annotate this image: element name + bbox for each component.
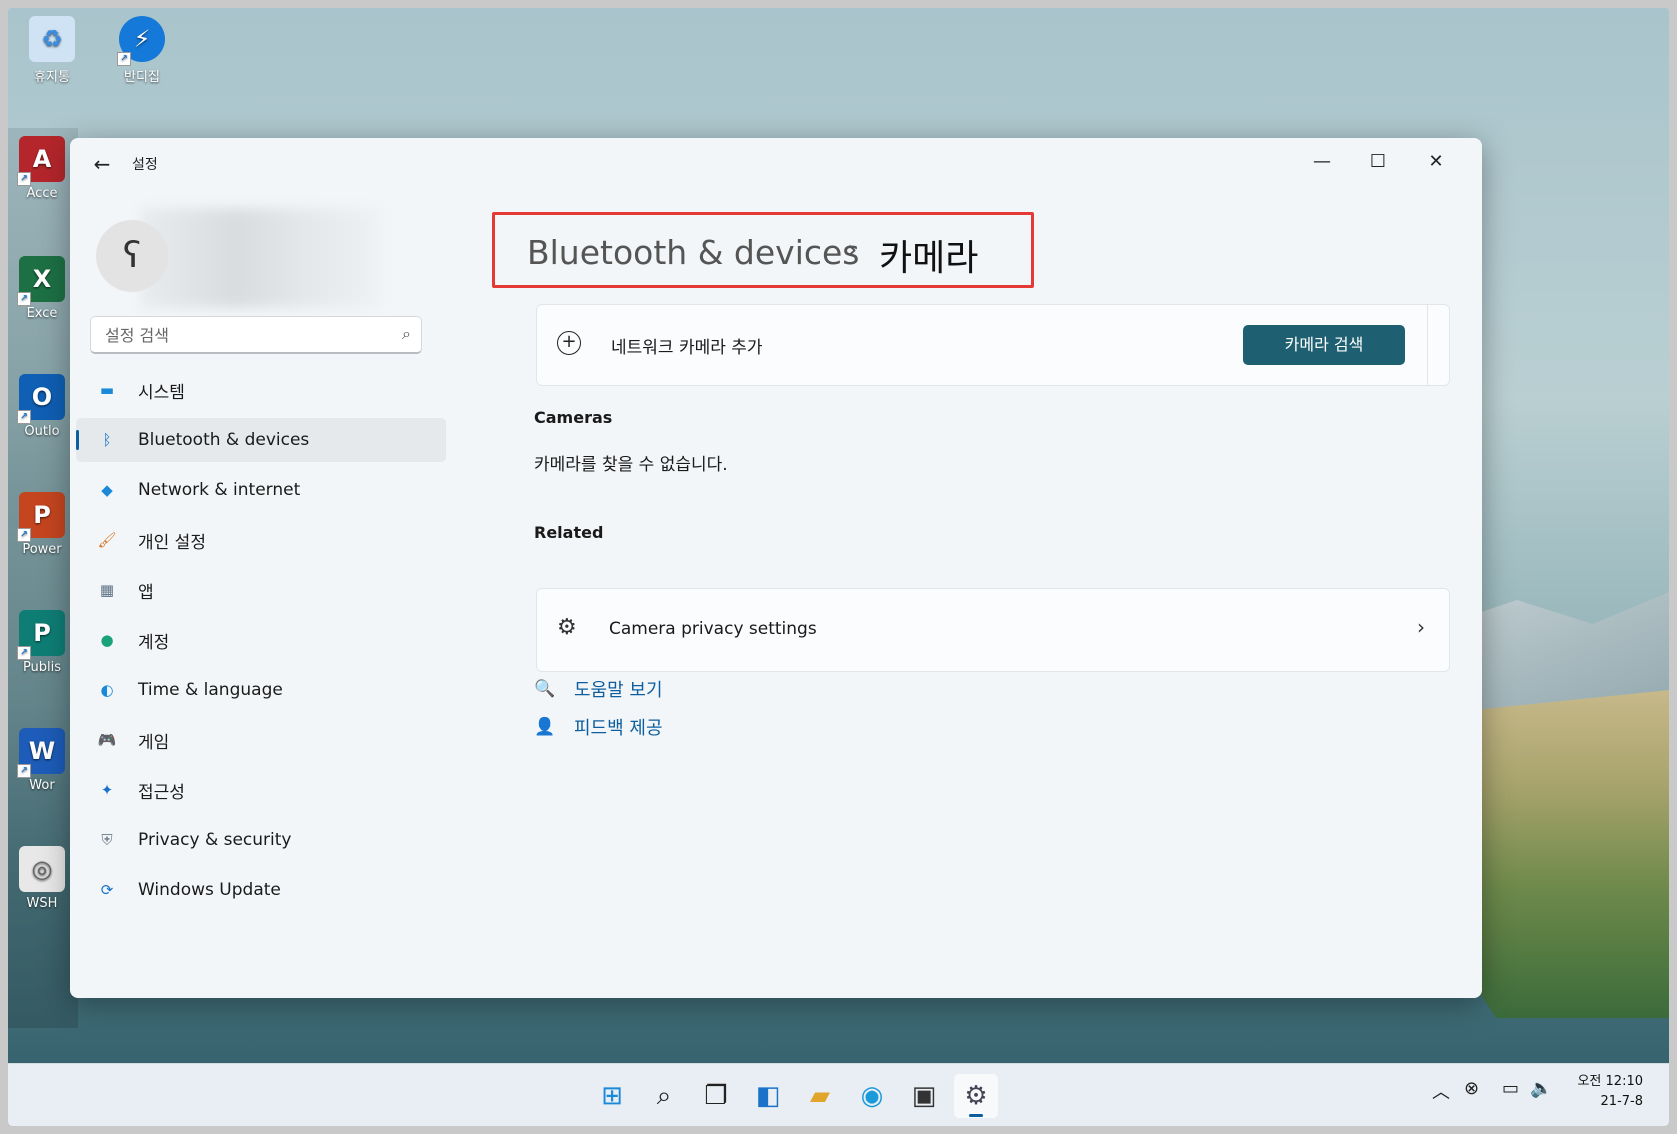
close-button[interactable]: ✕ (1408, 144, 1464, 180)
plus-circle-icon: + (557, 331, 581, 355)
network-icon[interactable]: ▭ (1502, 1078, 1519, 1099)
globe-icon: ◐ (100, 681, 114, 699)
breadcrumb-separator: › (847, 235, 858, 265)
feedback-link-label[interactable]: 피드백 제공 (574, 714, 663, 740)
settings-window: ← 설정 — ☐ ✕ ʕ ⌕ ▬ 시스템 ᛒ Bluetooth & devices ◆… (70, 138, 1482, 998)
title-bar[interactable]: ← 설정 — ☐ ✕ (70, 138, 1482, 190)
gear-icon: ⚙ (557, 615, 577, 640)
desktop-icon-label: 반디집 (124, 70, 160, 85)
bluetooth-icon: ᛒ (102, 431, 112, 449)
breadcrumb: Bluetooth & devices › 카메라 (492, 212, 1034, 288)
cameras-heading: Cameras (534, 408, 613, 427)
wifi-icon: ◆ (101, 481, 113, 499)
outlook-icon: O ↗ (17, 374, 65, 424)
system-clock[interactable]: 오전 12:10 21-7-8 (1577, 1072, 1643, 1112)
sidebar-item-label: Time & language (138, 680, 283, 700)
sidebar-item-windows-update[interactable]: ⟳ Windows Update (76, 868, 446, 912)
sidebar-item-label: 시스템 (138, 382, 185, 403)
profile-name-blurred (140, 208, 380, 308)
sidebar-item-time-language[interactable]: ◐ Time & language (76, 668, 446, 712)
maximize-button[interactable]: ☐ (1350, 144, 1406, 180)
shield-icon: ⛨ (101, 831, 113, 849)
sidebar-item-label: 개인 설정 (138, 532, 206, 553)
search-icon[interactable]: ⌕ (642, 1074, 686, 1118)
back-arrow-icon[interactable]: ← (88, 150, 116, 178)
sidebar-item-계정[interactable]: ● 계정 (76, 618, 446, 662)
account-icon: ● (100, 631, 114, 649)
update-icon: ⟳ (100, 881, 114, 899)
bandizip-icon: ⚡ ↗ (117, 16, 165, 66)
desktop: ♻ 휴지통 ⚡ ↗ 반디집 A ↗ Acce X ↗ Exce O ↗ Outlo P ↗… (8, 8, 1669, 1126)
sidebar-item-bluetooth-devices[interactable]: ᛒ Bluetooth & devices (76, 418, 446, 462)
sidebar-item-privacy-security[interactable]: ⛨ Privacy & security (76, 818, 446, 862)
desktop-icon-bandizip[interactable]: ⚡ ↗ 반디집 (102, 16, 182, 85)
file-explorer-icon[interactable]: ▰ (798, 1074, 842, 1118)
sidebar-item-label: 앱 (138, 582, 154, 603)
wsh-icon: ◎ (19, 846, 65, 892)
store-icon[interactable]: ▣ (902, 1074, 946, 1118)
widgets-icon[interactable]: ◧ (746, 1074, 790, 1118)
clock-date: 21-7-8 (1600, 1094, 1643, 1109)
gamepad-icon: 🎮 (97, 731, 117, 749)
sidebar-item-label: Network & internet (138, 480, 301, 500)
sidebar-item-label: 게임 (138, 732, 170, 753)
task-view-icon[interactable]: ❐ (694, 1074, 738, 1118)
taskbar: ⊞ ⌕ ❐ ◧ ▰ ◉ ▣ ⚙ ︿ ⊗ ▭ 🔈 오전 12:10 21-7-8 (8, 1063, 1669, 1126)
window-title: 설정 (132, 157, 158, 173)
sidebar-item-게임[interactable]: 🎮 게임 (76, 718, 446, 762)
sidebar-item-network-internet[interactable]: ◆ Network & internet (76, 468, 446, 512)
settings-search[interactable]: ⌕ (90, 316, 422, 354)
user-profile[interactable]: ʕ (96, 208, 386, 328)
volume-icon[interactable]: 🔈 (1530, 1078, 1552, 1099)
add-network-camera-card: + 네트워크 카메라 추가 카메라 검색 (536, 304, 1450, 386)
page-title: 카메라 (879, 238, 979, 279)
sidebar-nav: ▬ 시스템 ᛒ Bluetooth & devices ◆ Network & inter… (76, 368, 446, 918)
desktop-icon-label: 휴지통 (34, 70, 70, 85)
powerpoint-icon: P ↗ (17, 492, 65, 542)
feedback-icon: 👤 (534, 717, 556, 737)
minimize-button[interactable]: — (1294, 144, 1350, 180)
cameras-empty-text: 카메라를 찾을 수 없습니다. (534, 455, 728, 475)
system-icon: ▬ (99, 381, 115, 399)
help-icon: 🔍 (534, 679, 556, 699)
desktop-icon-recycle-bin[interactable]: ♻ 휴지통 (12, 16, 92, 85)
sidebar-item-개인-설정[interactable]: 🖌 개인 설정 (76, 518, 446, 562)
help-link-label[interactable]: 도움말 보기 (574, 676, 663, 702)
chevron-up-icon[interactable]: ︿ (1432, 1078, 1450, 1104)
sidebar-item-시스템[interactable]: ▬ 시스템 (76, 368, 446, 412)
close-circle-icon[interactable]: ⊗ (1464, 1078, 1479, 1099)
feedback-link[interactable]: 👤 피드백 제공 (534, 714, 663, 740)
help-link[interactable]: 🔍 도움말 보기 (534, 676, 663, 702)
search-input[interactable] (103, 317, 377, 353)
sidebar-item-label: Privacy & security (138, 830, 292, 850)
avatar: ʕ (96, 220, 168, 292)
sidebar-item-label: Windows Update (138, 880, 281, 900)
start-windows-icon[interactable]: ⊞ (590, 1074, 634, 1118)
edge-browser-icon[interactable]: ◉ (850, 1074, 894, 1118)
chevron-right-icon: › (1417, 615, 1425, 639)
recycle-bin-icon: ♻ (29, 16, 75, 62)
add-network-camera-label: 네트워크 카메라 추가 (611, 338, 763, 358)
clock-time: 오전 12:10 (1577, 1074, 1643, 1089)
search-icon[interactable]: ⌕ (402, 324, 411, 344)
accessibility-icon: ✦ (100, 781, 114, 799)
search-cameras-button[interactable]: 카메라 검색 (1243, 325, 1405, 365)
sidebar-item-앱[interactable]: ▦ 앱 (76, 568, 446, 612)
sidebar-item-label: 계정 (138, 632, 170, 653)
camera-privacy-settings-link[interactable]: ⚙ Camera privacy settings › (536, 588, 1450, 672)
brush-icon: 🖌 (97, 531, 117, 549)
word-icon: W ↗ (17, 728, 65, 778)
sidebar-item-label: Bluetooth & devices (138, 430, 310, 450)
settings-gear-icon[interactable]: ⚙ (954, 1074, 998, 1118)
breadcrumb-parent[interactable]: Bluetooth & devices (527, 233, 860, 272)
sidebar-item-label: 접근성 (138, 782, 185, 803)
publisher-icon: P ↗ (17, 610, 65, 660)
related-heading: Related (534, 523, 604, 542)
sidebar-item-접근성[interactable]: ✦ 접근성 (76, 768, 446, 812)
access-icon: A ↗ (17, 136, 65, 186)
excel-icon: X ↗ (17, 256, 65, 306)
camera-privacy-settings-label: Camera privacy settings (609, 619, 817, 639)
apps-icon: ▦ (99, 581, 115, 599)
